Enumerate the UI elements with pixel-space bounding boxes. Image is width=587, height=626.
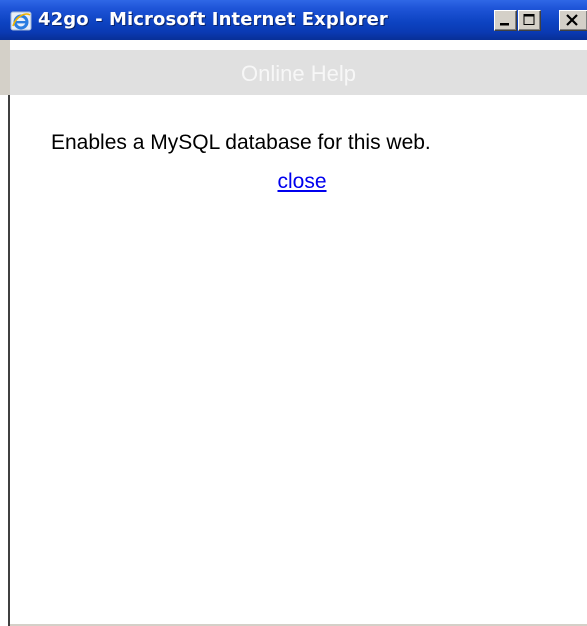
internet-explorer-icon[interactable] xyxy=(10,10,32,32)
window-left-border-header xyxy=(0,40,10,95)
maximize-icon xyxy=(523,14,535,25)
window-left-border xyxy=(0,40,10,626)
window-title: 42go - Microsoft Internet Explorer xyxy=(38,9,388,30)
content-top-strip xyxy=(10,40,587,50)
close-window-button[interactable] xyxy=(559,10,587,31)
title-bar[interactable]: 42go - Microsoft Internet Explorer xyxy=(0,0,587,40)
help-header-title: Online Help xyxy=(241,61,356,86)
maximize-button[interactable] xyxy=(518,10,541,31)
browser-popup-window: 42go - Microsoft Internet Explorer Onlin… xyxy=(0,0,587,626)
close-link[interactable]: close xyxy=(10,170,587,194)
help-content: Enables a MySQL database for this web. c… xyxy=(10,95,587,626)
minimize-icon xyxy=(500,23,509,26)
close-icon xyxy=(566,14,578,26)
help-description: Enables a MySQL database for this web. xyxy=(51,131,431,154)
minimize-button[interactable] xyxy=(494,10,517,31)
help-header: Online Help xyxy=(10,50,587,95)
